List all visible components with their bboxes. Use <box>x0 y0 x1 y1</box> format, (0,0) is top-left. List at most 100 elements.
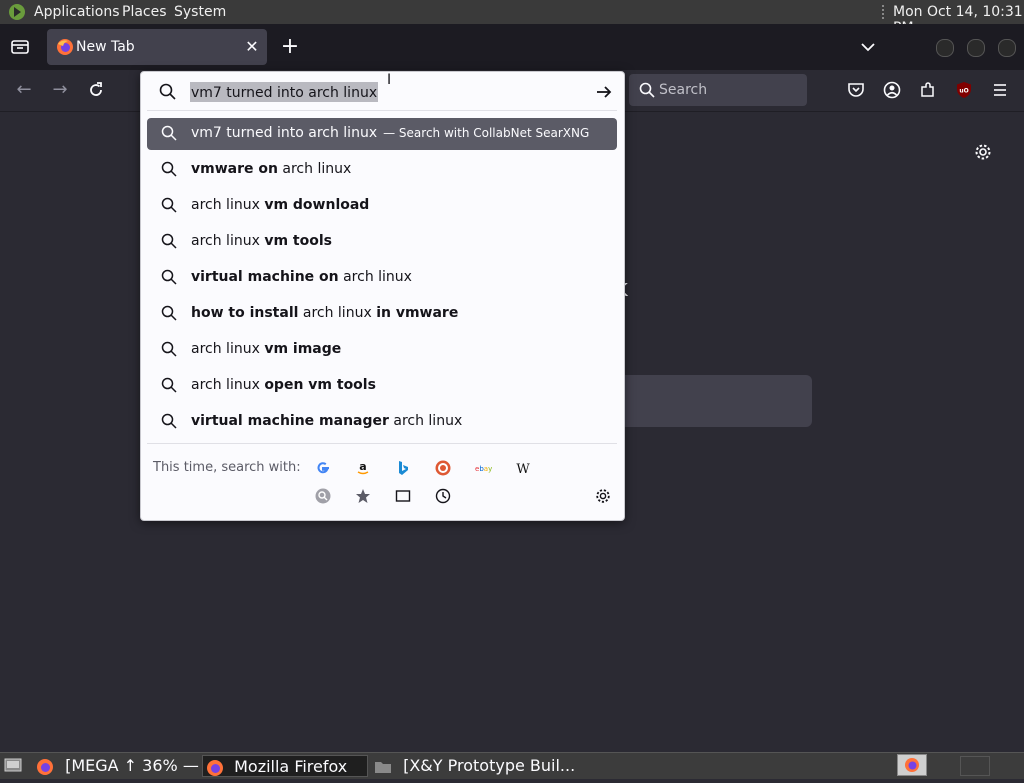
searxng-icon[interactable] <box>315 488 331 504</box>
search-icon <box>161 125 179 143</box>
suggestion-row[interactable]: arch linux vm tools <box>147 226 617 258</box>
search-icon <box>161 413 179 431</box>
account-icon[interactable] <box>883 81 901 99</box>
svg-text:uO: uO <box>959 88 968 95</box>
tab-new-tab[interactable]: New Tab ✕ <box>47 29 267 65</box>
tab-label: New Tab <box>76 39 135 55</box>
back-arrow-icon[interactable]: ← <box>12 78 36 102</box>
suggestion-bold-part: how to install <box>191 305 299 321</box>
suggestion-row[interactable]: virtual machine manager arch linux <box>147 406 617 438</box>
reload-icon[interactable] <box>86 80 106 100</box>
page-settings-gear-icon[interactable] <box>974 143 992 161</box>
suggestion-text: how to install arch linux in vmware <box>191 305 458 321</box>
tabs-icon[interactable] <box>395 488 411 504</box>
list-all-tabs-chevron-icon[interactable] <box>859 38 877 56</box>
suggestion-bold-part: virtual machine on <box>191 269 339 285</box>
workspace-2[interactable] <box>960 756 990 776</box>
taskbar-item-folder[interactable]: [X&Y Prototype Buil... <box>374 755 575 777</box>
minimize-window-button[interactable] <box>936 39 954 57</box>
search-icon <box>161 305 179 323</box>
close-window-button[interactable] <box>998 39 1016 57</box>
maximize-window-button[interactable] <box>967 39 985 57</box>
suggestion-bold-part: vm download <box>264 197 370 213</box>
suggestion-text: arch linux open vm tools <box>191 377 376 393</box>
urlbar-popup: vm7 turned into arch linux Ι vm7 turned … <box>140 71 625 521</box>
show-desktop-icon[interactable] <box>4 757 22 773</box>
suggestion-bold-part: virtual machine manager <box>191 413 389 429</box>
suggestion-plain-part: arch linux <box>277 161 352 177</box>
suggestion-action: — Search with CollabNet SearXNG <box>383 126 590 140</box>
suggestion-row-selected[interactable]: vm7 turned into arch linux — Search with … <box>147 118 617 150</box>
suggestion-row[interactable]: arch linux vm download <box>147 190 617 222</box>
taskbar-item-label: [X&Y Prototype Buil... <box>403 756 576 775</box>
firefox-view-icon[interactable] <box>10 37 30 57</box>
suggestion-plain-part: arch linux <box>191 377 265 393</box>
workspace-switcher[interactable] <box>897 754 927 776</box>
firefox-icon <box>904 757 920 773</box>
suggestion-row[interactable]: how to install arch linux in vmware <box>147 298 617 330</box>
extensions-puzzle-icon[interactable] <box>919 81 937 99</box>
new-tab-button[interactable]: + <box>280 36 300 58</box>
svg-text:W: W <box>516 462 530 476</box>
suggestion-bold-part: vm tools <box>264 233 332 249</box>
search-icon <box>159 83 176 100</box>
ublock-origin-icon[interactable]: uO <box>955 81 973 99</box>
urlbar-input[interactable]: vm7 turned into arch linux <box>190 82 379 102</box>
search-icon <box>161 233 179 251</box>
distro-logo-icon[interactable] <box>8 3 26 21</box>
suggestion-row[interactable]: arch linux vm image <box>147 334 617 366</box>
amazon-icon[interactable]: a <box>355 460 371 476</box>
suggestion-bold-part: in vmware <box>376 305 459 321</box>
suggestion-plain-part: arch linux <box>388 413 463 429</box>
taskbar-item-mega[interactable]: [MEGA ↑ 36% — M... <box>36 755 233 777</box>
taskbar-item-label: Mozilla Firefox <box>234 757 348 776</box>
firefox-icon <box>36 758 54 776</box>
history-icon[interactable] <box>435 488 451 504</box>
text-cursor-icon: Ι <box>387 72 392 88</box>
suggestion-text: arch linux vm download <box>191 197 369 213</box>
urlbar-value: vm7 turned into arch linux <box>191 85 378 101</box>
taskbar-item-firefox[interactable]: Mozilla Firefox <box>202 755 368 777</box>
system-menu[interactable]: System <box>174 4 226 20</box>
suggestion-text: vmware on arch linux <box>191 161 351 177</box>
pocket-icon[interactable] <box>847 81 865 99</box>
duckduckgo-icon[interactable] <box>435 460 451 476</box>
suggestion-row[interactable]: virtual machine on arch linux <box>147 262 617 294</box>
bing-icon[interactable] <box>395 460 411 476</box>
suggestion-text: virtual machine on arch linux <box>191 269 412 285</box>
wikipedia-icon[interactable]: W <box>515 460 531 477</box>
ebay-icon[interactable]: ebay <box>475 460 493 476</box>
search-icon <box>161 377 179 395</box>
suggestion-plain-part: arch linux <box>191 341 265 357</box>
suggestion-plain-part: arch linux <box>338 269 412 285</box>
search-icon <box>161 269 179 287</box>
folder-icon <box>374 759 392 775</box>
page-search-field[interactable] <box>600 375 812 427</box>
search-icon <box>161 161 179 179</box>
divider <box>147 110 617 111</box>
search-settings-gear-icon[interactable] <box>595 488 611 504</box>
suggestion-bold-part: vm image <box>264 341 342 357</box>
firefox-icon <box>56 38 74 56</box>
suggestion-bold-part: vmware on <box>191 161 278 177</box>
hamburger-menu-icon[interactable] <box>991 81 1009 99</box>
google-icon[interactable] <box>315 460 331 476</box>
applications-menu[interactable]: Applications <box>34 4 120 20</box>
search-bar[interactable]: Search <box>629 74 807 106</box>
forward-arrow-icon[interactable]: → <box>48 78 72 102</box>
suggestion-plain-part: arch linux <box>191 197 265 213</box>
search-icon <box>161 197 179 215</box>
system-top-bar: Applications Places System Mon Oct 14, 1… <box>0 0 1024 36</box>
close-tab-icon[interactable]: ✕ <box>245 37 259 56</box>
suggestion-text: vm7 turned into arch linux — Search with … <box>191 125 589 141</box>
suggestion-row[interactable]: arch linux open vm tools <box>147 370 617 402</box>
suggestion-text: arch linux vm image <box>191 341 341 357</box>
suggestion-query: vm7 turned into arch linux <box>191 125 378 141</box>
bookmarks-icon[interactable] <box>355 488 371 504</box>
suggestion-plain-part: arch linux <box>298 305 377 321</box>
go-arrow-icon[interactable] <box>594 82 614 102</box>
search-icon <box>639 82 655 98</box>
places-menu[interactable]: Places <box>122 4 167 20</box>
suggestion-row[interactable]: vmware on arch linux <box>147 154 617 186</box>
search-icon <box>161 341 179 359</box>
